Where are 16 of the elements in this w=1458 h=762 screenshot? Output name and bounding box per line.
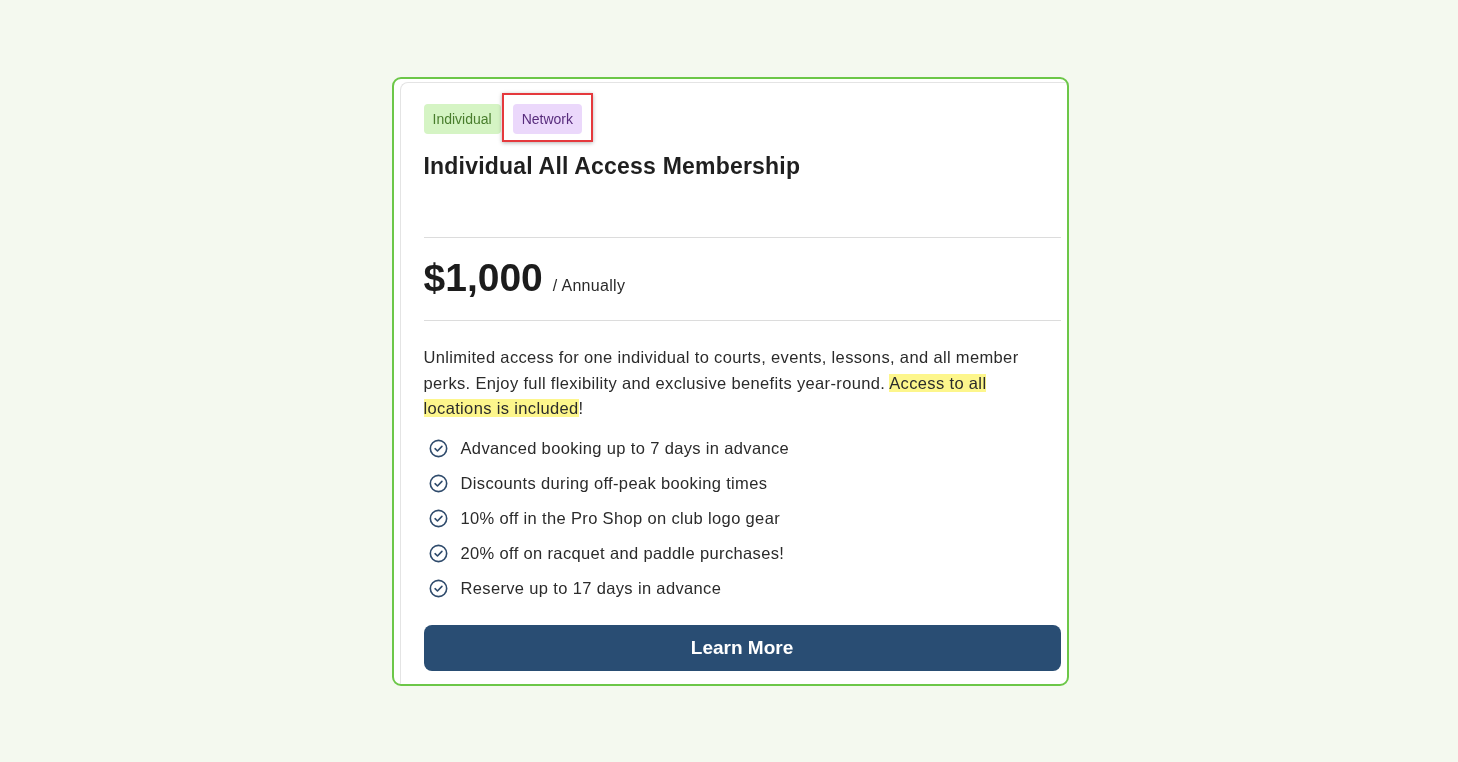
feature-text: Advanced booking up to 7 days in advance [460, 438, 790, 458]
check-circle-icon [428, 543, 448, 563]
check-circle-icon [428, 578, 448, 598]
tag: Individual [423, 104, 501, 134]
feature-text: 20% off on racquet and paddle purchases! [460, 543, 785, 563]
feature-text: Discounts during off-peak booking times [460, 473, 768, 493]
tag: Network [512, 104, 582, 134]
learn-more-button[interactable]: Learn More [423, 624, 1061, 671]
check-circle-icon [428, 508, 448, 528]
plan-title: Individual All Access Membership [423, 152, 802, 181]
price-amount: $1,000 [423, 255, 543, 301]
check-circle-icon [428, 438, 448, 458]
feature-text: 10% off in the Pro Shop on club logo gear [460, 508, 780, 528]
feature-text: Reserve up to 17 days in advance [460, 578, 722, 598]
check-circle-icon [428, 473, 448, 493]
price-period: / Annually [552, 277, 626, 295]
